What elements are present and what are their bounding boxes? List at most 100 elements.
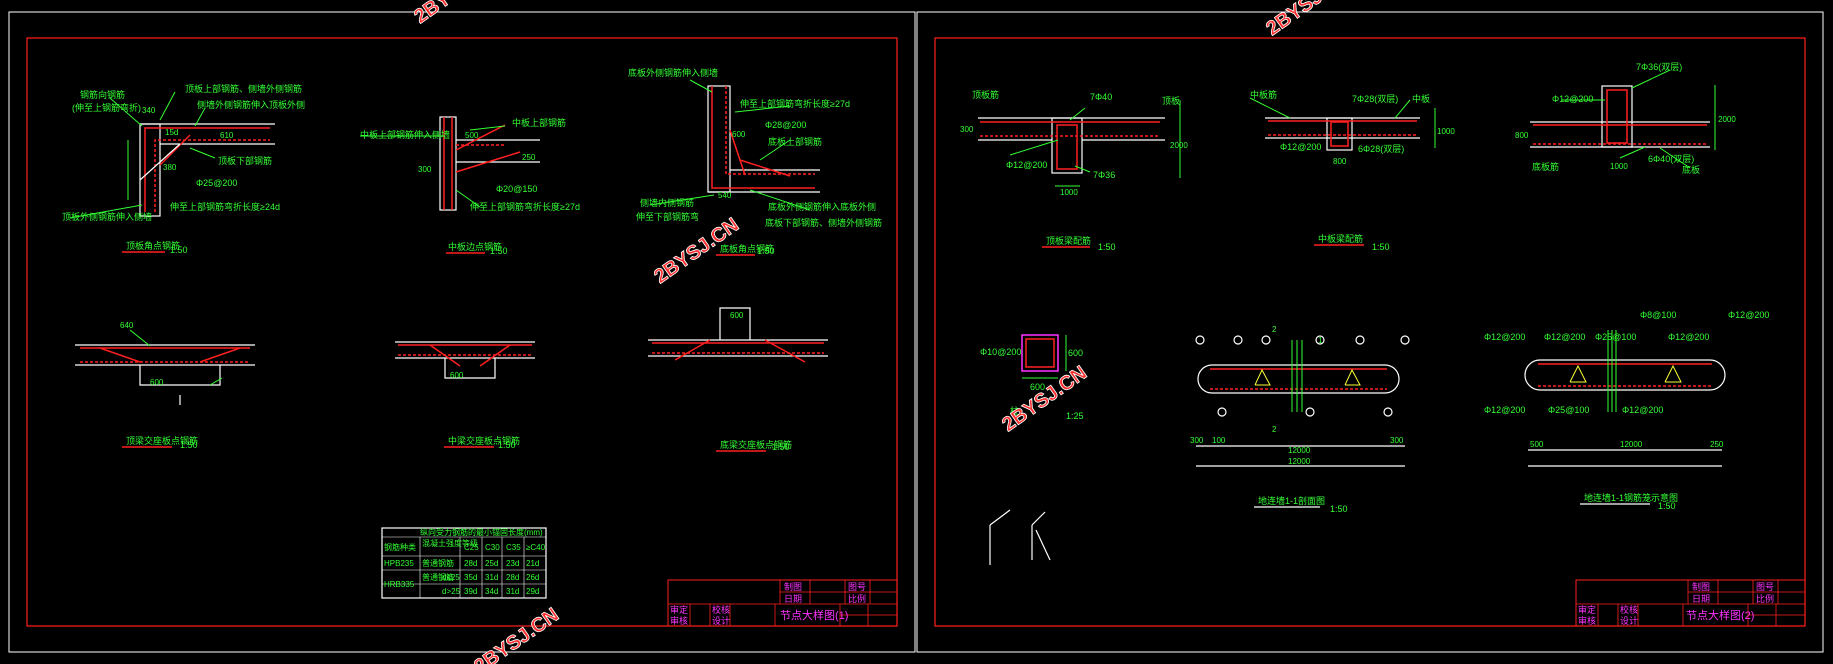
svg-text:伸至上部钢筋弯折长度≥27d: 伸至上部钢筋弯折长度≥27d bbox=[470, 201, 580, 212]
svg-text:Φ12@200: Φ12@200 bbox=[1484, 405, 1525, 415]
svg-text:底板外侧钢筋伸入侧墙: 底板外侧钢筋伸入侧墙 bbox=[628, 67, 718, 78]
svg-text:7Φ36: 7Φ36 bbox=[1093, 170, 1115, 180]
svg-text:侧墙外侧钢筋伸入顶板外侧: 侧墙外侧钢筋伸入顶板外侧 bbox=[197, 99, 305, 110]
svg-text:底板筋: 底板筋 bbox=[1532, 161, 1559, 172]
svg-text:中板梁配筋: 中板梁配筋 bbox=[1318, 233, 1363, 244]
svg-text:800: 800 bbox=[1515, 131, 1529, 140]
svg-text:C35: C35 bbox=[506, 543, 521, 552]
watermark: 2BYSJ.CN bbox=[470, 604, 563, 664]
svg-text:审定: 审定 bbox=[670, 604, 688, 615]
svg-text:23d: 23d bbox=[506, 559, 519, 568]
svg-text:顶板下部钢筋: 顶板下部钢筋 bbox=[218, 155, 272, 166]
cad-drawing: 钢筋向钢筋 (伸至上钢筋弯折) 顶板上部钢筋、侧墙外侧钢筋 侧墙外侧钢筋伸入顶板… bbox=[8, 0, 1824, 664]
svg-text:审定: 审定 bbox=[1578, 604, 1596, 615]
svg-text:2: 2 bbox=[1272, 425, 1277, 434]
svg-text:C30: C30 bbox=[485, 543, 500, 552]
svg-text:1:50: 1:50 bbox=[170, 245, 188, 255]
svg-text:1:50: 1:50 bbox=[1330, 504, 1348, 514]
svg-text:1000: 1000 bbox=[1437, 127, 1455, 136]
svg-text:6Φ28(双层): 6Φ28(双层) bbox=[1358, 144, 1404, 154]
detail-rebar-hooks bbox=[989, 509, 1051, 565]
svg-text:钢筋种类: 钢筋种类 bbox=[384, 542, 416, 552]
svg-text:伸至下部钢筋弯: 伸至下部钢筋弯 bbox=[636, 211, 699, 222]
svg-text:540: 540 bbox=[718, 191, 732, 200]
svg-text:600: 600 bbox=[450, 371, 464, 380]
svg-text:Φ8@100: Φ8@100 bbox=[1640, 310, 1676, 320]
svg-text:Φ25@100: Φ25@100 bbox=[1548, 405, 1589, 415]
svg-text:图号: 图号 bbox=[848, 582, 866, 592]
svg-text:底板上部钢筋: 底板上部钢筋 bbox=[768, 136, 822, 147]
svg-text:600: 600 bbox=[150, 378, 164, 387]
svg-text:35d: 35d bbox=[464, 573, 477, 582]
svg-text:Φ25@100: Φ25@100 bbox=[1595, 332, 1636, 342]
svg-text:日期: 日期 bbox=[784, 594, 802, 604]
svg-text:7Φ36(双层): 7Φ36(双层) bbox=[1636, 62, 1682, 72]
svg-text:250: 250 bbox=[1710, 440, 1724, 449]
svg-text:380: 380 bbox=[163, 163, 177, 172]
svg-text:12000: 12000 bbox=[1288, 446, 1311, 455]
svg-text:顶板梁配筋: 顶板梁配筋 bbox=[1046, 235, 1091, 246]
svg-text:800: 800 bbox=[1333, 157, 1347, 166]
svg-text:图号: 图号 bbox=[1756, 582, 1774, 592]
svg-text:500: 500 bbox=[1530, 440, 1544, 449]
svg-text:Φ12@200: Φ12@200 bbox=[1006, 160, 1047, 170]
svg-text:1000: 1000 bbox=[1610, 162, 1628, 171]
svg-text:600: 600 bbox=[730, 311, 744, 320]
anchorage-length-table: 纵向受力钢筋的最小锚固长度(mm) 钢筋种类 混凝土强度等级 C25 C30 C… bbox=[381, 527, 547, 599]
detail-diaphragm-wall-cage: Φ12@200 Φ12@200 Φ25@100 Φ8@100 Φ12@200 Φ… bbox=[1484, 310, 1769, 511]
svg-text:中板上部钢筋伸入侧墙: 中板上部钢筋伸入侧墙 bbox=[360, 129, 450, 140]
svg-text:钢筋向钢筋: 钢筋向钢筋 bbox=[80, 89, 125, 100]
svg-text:1000: 1000 bbox=[1060, 188, 1078, 197]
svg-text:39d: 39d bbox=[464, 587, 477, 596]
svg-text:伸至上部钢筋弯折长度≥24d: 伸至上部钢筋弯折长度≥24d bbox=[170, 201, 280, 212]
svg-text:610: 610 bbox=[220, 131, 234, 140]
title-block-right: 审定 审核 校核 设计 制图 图号 比例 日期 节点大样图(2) bbox=[1575, 579, 1806, 627]
svg-text:顶板筋: 顶板筋 bbox=[972, 89, 999, 100]
detail-bottom-slab-corner: 底板外侧钢筋伸入侧墙 伸至上部钢筋弯折长度≥27d 底板上部钢筋 侧墙内侧钢筋 … bbox=[628, 67, 882, 256]
svg-text:伸至上部钢筋弯折长度≥27d: 伸至上部钢筋弯折长度≥27d bbox=[740, 98, 850, 109]
svg-text:1:50: 1:50 bbox=[490, 246, 508, 256]
svg-text:2000: 2000 bbox=[1170, 141, 1188, 150]
svg-text:审核: 审核 bbox=[1578, 615, 1596, 626]
svg-text:640: 640 bbox=[120, 321, 134, 330]
svg-text:Φ12@200: Φ12@200 bbox=[1552, 94, 1593, 104]
svg-text:d≤25: d≤25 bbox=[442, 573, 460, 582]
detail-top-slab-corner: 钢筋向钢筋 (伸至上钢筋弯折) 顶板上部钢筋、侧墙外侧钢筋 侧墙外侧钢筋伸入顶板… bbox=[62, 83, 305, 255]
svg-text:侧墙内侧钢筋: 侧墙内侧钢筋 bbox=[640, 197, 694, 208]
svg-text:顶板上部钢筋、侧墙外侧钢筋: 顶板上部钢筋、侧墙外侧钢筋 bbox=[185, 83, 302, 94]
svg-text:d>25: d>25 bbox=[442, 587, 461, 596]
svg-text:顶板: 顶板 bbox=[1162, 95, 1180, 106]
svg-text:底板外侧钢筋伸入底板外侧: 底板外侧钢筋伸入底板外侧 bbox=[768, 201, 876, 212]
svg-text:Φ25@200: Φ25@200 bbox=[196, 178, 237, 188]
detail-mid-slab-beam: 中板筋 7Φ28(双层) 中板 Φ12@200 6Φ28(双层) 1000 80… bbox=[1249, 89, 1455, 252]
svg-text:1:50: 1:50 bbox=[498, 440, 516, 450]
svg-text:校核: 校核 bbox=[712, 604, 730, 615]
svg-text:29d: 29d bbox=[526, 587, 539, 596]
svg-text:底板下部钢筋、侧墙外侧钢筋: 底板下部钢筋、侧墙外侧钢筋 bbox=[765, 217, 882, 228]
detail-top-slab-beam: 顶板筋 7Φ40 顶板 Φ12@200 7Φ36 300 2000 1000 顶… bbox=[960, 89, 1188, 252]
drawing-name-right: 节点大样图(2) bbox=[1686, 608, 1754, 622]
svg-text:31d: 31d bbox=[485, 573, 498, 582]
svg-text:制图: 制图 bbox=[784, 581, 802, 592]
svg-text:底板: 底板 bbox=[1682, 164, 1700, 175]
svg-text:校核: 校核 bbox=[1620, 604, 1638, 615]
svg-text:Φ20@150: Φ20@150 bbox=[496, 184, 537, 194]
svg-text:制图: 制图 bbox=[1692, 581, 1710, 592]
detail-mid-slab-edge: 中板上部钢筋伸入侧墙 中板上部钢筋 伸至上部钢筋弯折长度≥27d Φ20@150… bbox=[360, 116, 580, 256]
svg-text:Φ12@200: Φ12@200 bbox=[1280, 142, 1321, 152]
svg-text:≥C40: ≥C40 bbox=[526, 543, 546, 552]
svg-text:1:50: 1:50 bbox=[1098, 242, 1116, 252]
svg-text:21d: 21d bbox=[526, 559, 539, 568]
svg-text:比例: 比例 bbox=[848, 593, 866, 604]
svg-text:28d: 28d bbox=[464, 559, 477, 568]
svg-text:Φ12@200: Φ12@200 bbox=[1484, 332, 1525, 342]
svg-text:Φ12@200: Φ12@200 bbox=[1668, 332, 1709, 342]
svg-text:Φ10@200: Φ10@200 bbox=[980, 347, 1021, 357]
svg-text:300: 300 bbox=[1390, 436, 1404, 445]
svg-text:HPB235: HPB235 bbox=[384, 559, 414, 568]
svg-text:28d: 28d bbox=[506, 573, 519, 582]
svg-text:Φ12@200: Φ12@200 bbox=[1728, 310, 1769, 320]
svg-text:中板上部钢筋: 中板上部钢筋 bbox=[512, 117, 566, 128]
svg-text:地连墙1-1剖面图: 地连墙1-1剖面图 bbox=[1258, 495, 1325, 506]
svg-text:12000: 12000 bbox=[1288, 457, 1311, 466]
